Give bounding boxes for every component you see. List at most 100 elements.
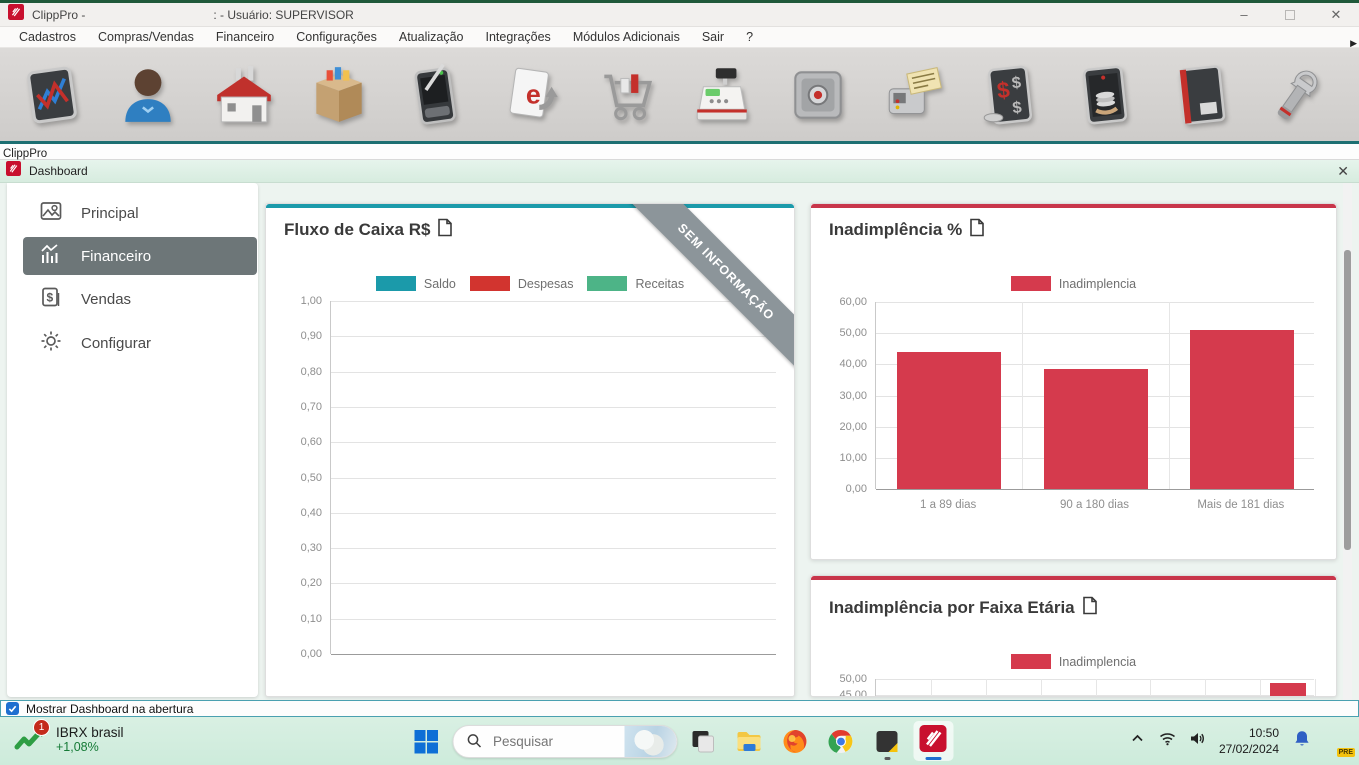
y-axis-tick-label: 0,20 — [270, 577, 322, 589]
y-axis-tick-label: 0,00 — [270, 648, 322, 660]
menu-item-integra-es[interactable]: Integrações — [474, 28, 561, 46]
sidebar-item-label: Configurar — [81, 335, 151, 352]
cash-register-icon[interactable] — [682, 56, 762, 134]
taskbar-search[interactable] — [452, 725, 677, 758]
dashboard-scrollbar[interactable] — [1343, 183, 1352, 700]
y-axis-tick-label: 0,10 — [270, 613, 322, 625]
menu-item-configura-es[interactable]: Configurações — [285, 28, 388, 46]
y-axis-tick-label: 0,40 — [270, 507, 322, 519]
notes-app-icon[interactable] — [867, 721, 907, 761]
mdi-label-text: ClippPro — [3, 148, 47, 160]
wrench-icon[interactable] — [1257, 56, 1337, 134]
scrollbar-thumb[interactable] — [1344, 250, 1351, 550]
svg-text:e: e — [526, 79, 541, 109]
firefox-icon[interactable] — [775, 721, 815, 761]
dashboard-chart-icon[interactable] — [12, 56, 92, 134]
company-icon[interactable] — [204, 56, 284, 134]
minimize-button[interactable]: – — [1221, 3, 1267, 26]
dashboard-options-bar: Mostrar Dashboard na abertura — [0, 700, 1359, 717]
system-tray: 10:50 27/02/2024 PRE — [1129, 717, 1351, 765]
y-axis-tick-label: 60,00 — [815, 296, 867, 308]
legend-swatch — [587, 276, 627, 291]
search-input[interactable] — [491, 733, 611, 750]
y-axis-tick-label: 1,00 — [270, 295, 322, 307]
gridline — [331, 442, 776, 443]
finance-dollar-icon[interactable]: $$$ — [970, 56, 1050, 134]
bar-chart-icon — [39, 242, 63, 270]
card-accent-bar — [266, 204, 794, 208]
copilot-icon[interactable]: PRE — [1325, 728, 1351, 754]
bar-mais-de-181-dias — [1190, 330, 1294, 489]
window-controls: – ✕ — [1221, 3, 1359, 26]
nfe-icon[interactable]: e — [491, 56, 571, 134]
taskbar-center — [406, 717, 953, 765]
chrome-icon[interactable] — [821, 721, 861, 761]
dollar-box-icon: $ — [39, 285, 63, 313]
maximize-button[interactable] — [1267, 3, 1313, 26]
sidebar-item-label: Principal — [81, 205, 139, 222]
safe-icon[interactable] — [778, 56, 858, 134]
svg-text:$: $ — [47, 291, 54, 305]
start-button[interactable] — [406, 721, 446, 761]
wifi-icon[interactable] — [1159, 730, 1176, 752]
file-explorer-icon[interactable] — [729, 721, 769, 761]
taskbar-widget[interactable]: 1 IBRX brasil +1,08% — [14, 723, 124, 755]
y-axis-tick-label: 50,00 — [815, 673, 867, 685]
bar-partial — [1270, 683, 1306, 697]
show-dashboard-label: Mostrar Dashboard na abertura — [26, 702, 193, 716]
menu-item-compras-vendas[interactable]: Compras/Vendas — [87, 28, 205, 46]
menu-item-cadastros[interactable]: Cadastros — [8, 28, 87, 46]
pda-icon[interactable] — [395, 56, 475, 134]
user-icon[interactable] — [108, 56, 188, 134]
report-doc-icon[interactable] — [1082, 596, 1098, 620]
report-doc-icon[interactable] — [969, 218, 985, 242]
clock-time: 10:50 — [1219, 725, 1279, 741]
y-axis-tick-label: 0,80 — [270, 366, 322, 378]
task-view-button[interactable] — [683, 721, 723, 761]
close-button[interactable]: ✕ — [1313, 3, 1359, 26]
y-axis-tick-label: 45,00 — [815, 689, 867, 697]
sidebar-item-vendas[interactable]: $Vendas — [23, 280, 257, 318]
show-dashboard-checkbox[interactable] — [6, 702, 19, 715]
menu-item-m-dulos-adicionais[interactable]: Módulos Adicionais — [562, 28, 691, 46]
gridline — [331, 336, 776, 337]
y-axis-tick-label: 0,90 — [270, 330, 322, 342]
products-box-icon[interactable] — [299, 56, 379, 134]
gridline — [331, 654, 776, 655]
menu-bar: CadastrosCompras/VendasFinanceiroConfigu… — [0, 27, 1359, 48]
svg-text:$: $ — [1011, 98, 1022, 117]
chart-plot-area — [330, 301, 776, 654]
legend-label: Despesas — [518, 277, 574, 291]
legend-swatch — [1011, 276, 1051, 291]
menu-item-atualiza-o[interactable]: Atualização — [388, 28, 475, 46]
menu-item-sair[interactable]: Sair — [691, 28, 735, 46]
tray-chevron-icon[interactable] — [1129, 730, 1146, 752]
taskbar-clock[interactable]: 10:50 27/02/2024 — [1219, 725, 1279, 757]
app-title-bar: ClippPro - : - Usuário: SUPERVISOR – ✕ — [0, 3, 1359, 27]
sidebar-item-principal[interactable]: Principal — [23, 194, 257, 232]
report-doc-icon[interactable] — [437, 218, 453, 242]
y-axis-tick-label: 30,00 — [815, 390, 867, 402]
clipppro-taskbar-icon[interactable] — [913, 721, 953, 761]
check-printer-icon[interactable] — [874, 56, 954, 134]
menu-item-financeiro[interactable]: Financeiro — [205, 28, 285, 46]
search-daily-image[interactable] — [624, 725, 676, 758]
billing-coins-icon[interactable] — [1065, 56, 1145, 134]
dashboard-logo-icon — [6, 161, 21, 181]
sidebar-item-financeiro[interactable]: Financeiro — [23, 237, 257, 275]
dashboard-close-button[interactable]: ✕ — [1337, 163, 1349, 180]
gridline — [331, 583, 776, 584]
gridline — [331, 478, 776, 479]
gridline — [986, 679, 987, 697]
x-axis-tick-label: 90 a 180 dias — [1021, 499, 1167, 511]
notebook-icon[interactable] — [1161, 56, 1241, 134]
svg-text:$: $ — [1011, 73, 1022, 92]
sidebar-item-configurar[interactable]: Configurar — [23, 324, 257, 362]
menu-item--[interactable]: ? — [735, 28, 764, 46]
notification-bell-icon[interactable] — [1292, 729, 1312, 754]
shopping-cart-icon[interactable] — [587, 56, 667, 134]
volume-icon[interactable] — [1189, 730, 1206, 752]
legend-item: Inadimplencia — [1011, 276, 1136, 291]
toolbar-overflow-arrow[interactable]: ▶ — [1350, 38, 1357, 49]
chart-plot-area — [875, 679, 1314, 697]
